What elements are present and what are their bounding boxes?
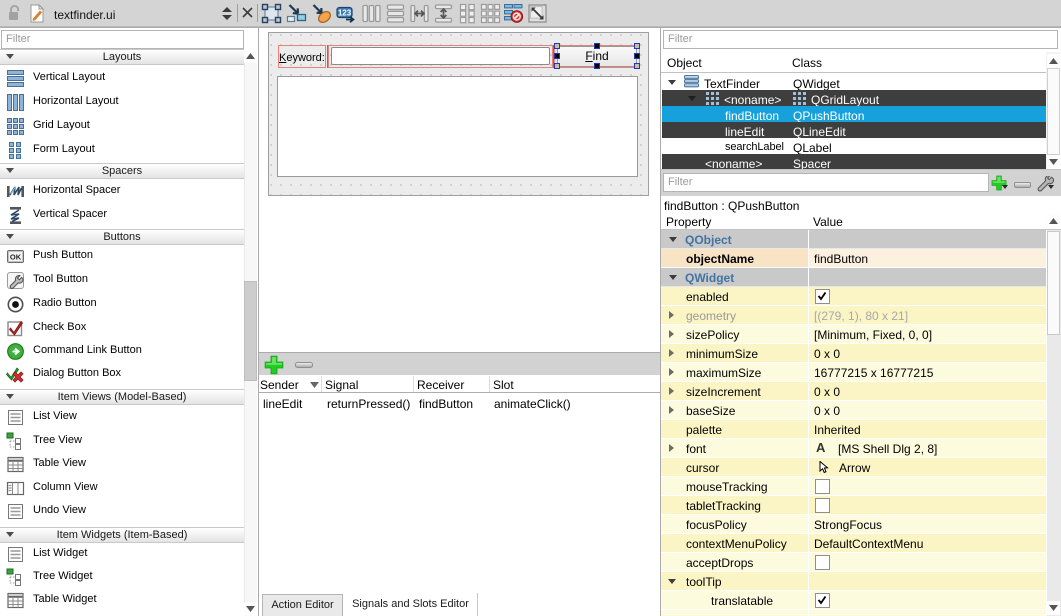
svg-text:123: 123 — [338, 9, 352, 18]
svg-text:OK: OK — [10, 253, 22, 262]
